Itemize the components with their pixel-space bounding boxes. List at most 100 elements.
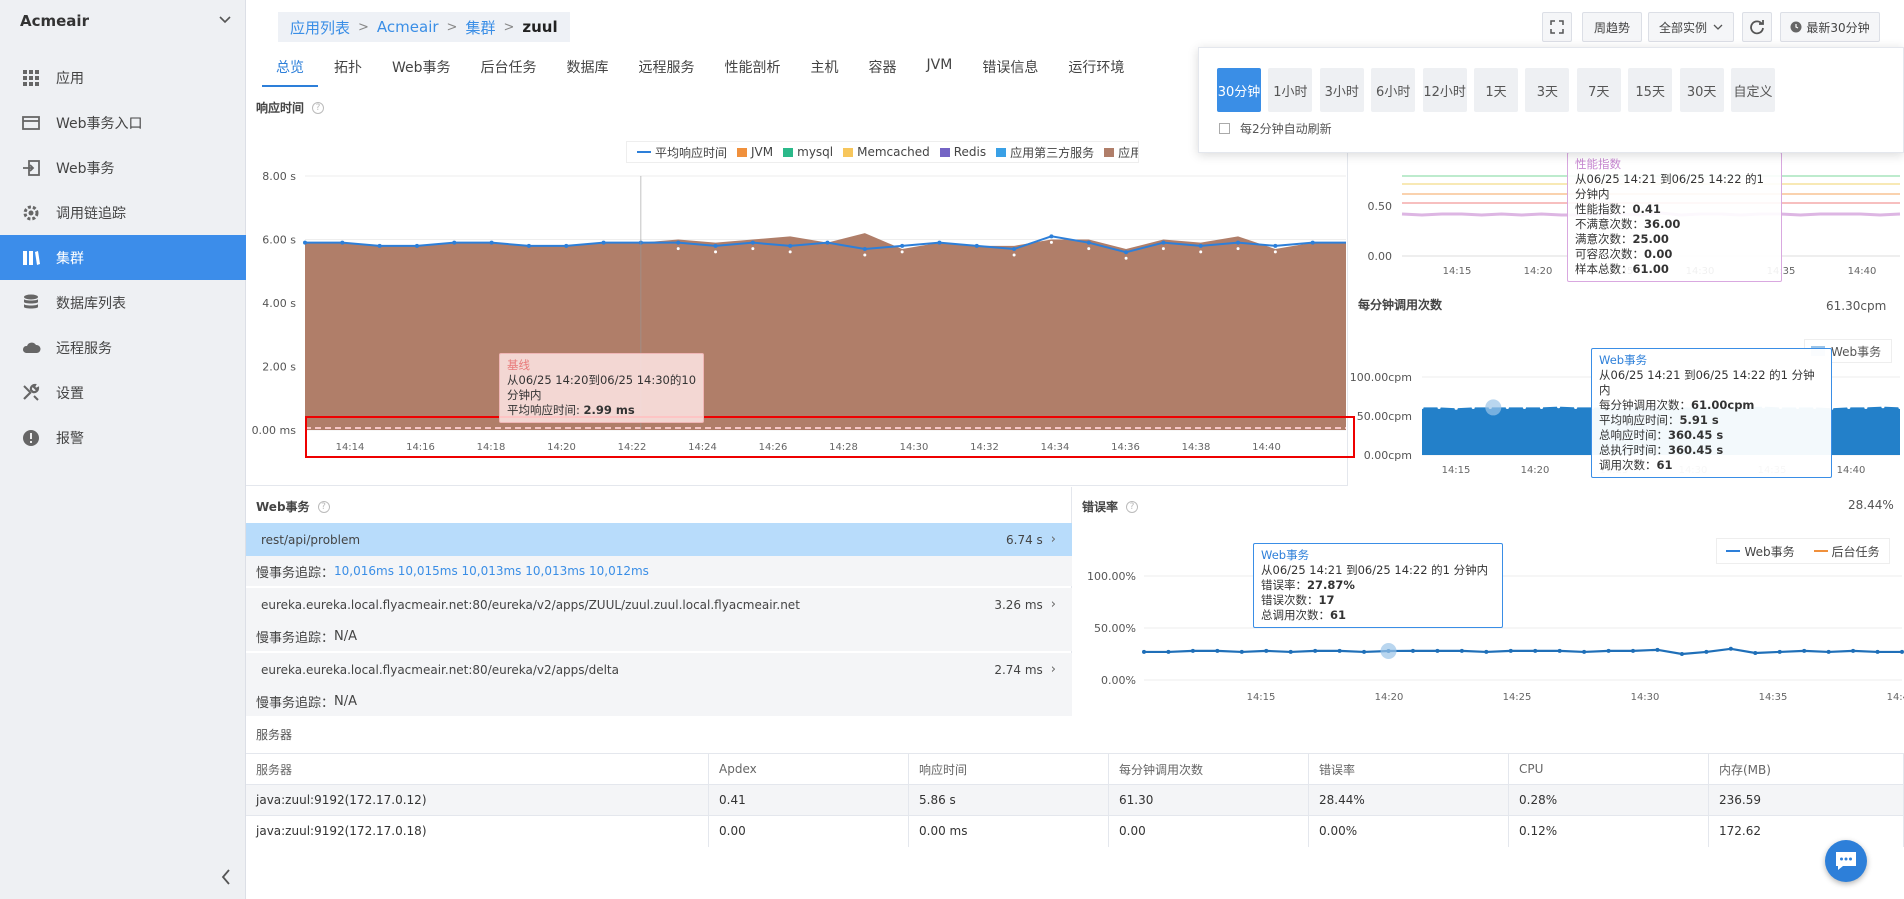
tooltip-value: 25.00 [1632, 232, 1669, 246]
sidebar-item-3[interactable]: 调用链追踪 [0, 190, 246, 235]
column-header: 响应时间 [909, 753, 1109, 785]
legend-label: Memcached [857, 145, 930, 159]
breadcrumb-app-list[interactable]: 应用列表 [290, 17, 350, 38]
table-cell: 0.00% [1309, 815, 1509, 847]
avg-response-point [862, 247, 867, 252]
chat-button[interactable] [1825, 840, 1867, 882]
web-tx-row[interactable]: rest/api/problem 6.74 s › [246, 523, 1072, 556]
auto-refresh-checkbox[interactable] [1219, 123, 1230, 134]
tooltip-value: 61 [1330, 608, 1347, 622]
tab-1[interactable]: 拓扑 [334, 53, 362, 87]
time-range-option[interactable]: 15天 [1628, 68, 1673, 112]
sidebar-item-0[interactable]: 应用 [0, 55, 246, 100]
server-row[interactable]: java:zuul:9192(172.17.0.18) 0.00 0.00 ms 0.… [246, 815, 1904, 847]
help-icon[interactable]: ? [317, 500, 330, 513]
avg-response-point [303, 240, 307, 245]
fullscreen-icon [1550, 20, 1564, 34]
x-tick-label: 14:40 [1848, 266, 1877, 277]
help-icon[interactable]: ? [312, 101, 325, 114]
web-tx-row[interactable]: eureka.eureka.local.flyacmeair.net:80/eu… [246, 588, 1072, 621]
legend-item[interactable]: Web事务 [1726, 543, 1795, 560]
error-point [1435, 648, 1440, 653]
app-code-point [1123, 255, 1129, 261]
y-tick-label: 100.00cpm [1350, 371, 1412, 384]
app-name[interactable]: Acmeair [20, 12, 89, 30]
error-tooltip: Web事务 从06/25 14:21 到06/25 14:22 的1 分钟内 错… [1253, 543, 1503, 628]
tab-11[interactable]: 运行环境 [1068, 53, 1124, 87]
chevron-down-icon [1713, 24, 1723, 30]
legend-item[interactable]: 应用第三方服务 [996, 144, 1094, 161]
tab-9[interactable]: JVM [927, 53, 953, 87]
tab-8[interactable]: 容器 [869, 53, 897, 87]
cpm-title: 每分钟调用次数 [1358, 298, 1443, 312]
refresh-icon [1750, 20, 1764, 35]
time-range-option[interactable]: 3天 [1525, 68, 1570, 112]
legend-item[interactable]: 应用代码耗时 [1104, 144, 1138, 161]
table-cell: 0.00 [1109, 815, 1309, 847]
legend-label: Redis [953, 145, 987, 159]
breadcrumb-app[interactable]: Acmeair [377, 18, 439, 36]
sidebar-item-5[interactable]: 数据库列表 [0, 280, 246, 325]
fullscreen-button[interactable] [1542, 12, 1572, 42]
breadcrumb-separator-icon: > [446, 19, 458, 35]
time-range-option[interactable]: 7天 [1576, 68, 1621, 112]
sidebar-item-6[interactable]: 远程服务 [0, 325, 246, 370]
time-range-option[interactable]: 自定义 [1731, 68, 1775, 112]
legend-item[interactable]: 平均响应时间 [637, 144, 727, 161]
refresh-button[interactable] [1742, 12, 1772, 42]
avg-response-point [1124, 250, 1129, 255]
server-row[interactable]: java:zuul:9192(172.17.0.12) 0.41 5.86 s 61.… [246, 784, 1904, 816]
app-code-area [305, 233, 1346, 430]
time-range-option[interactable]: 6小时 [1371, 68, 1416, 112]
time-range-option[interactable]: 12小时 [1422, 68, 1467, 112]
help-icon[interactable]: ? [1126, 500, 1139, 513]
x-tick-label: 14:20 [1524, 266, 1553, 277]
time-range-option[interactable]: 30天 [1679, 68, 1724, 112]
sidebar-item-1[interactable]: Web事务入口 [0, 100, 246, 145]
web-transactions-title: Web事务? [256, 498, 330, 515]
web-tx-row[interactable]: eureka.eureka.local.flyacmeair.net:80/eu… [246, 653, 1072, 686]
time-range-dropdown[interactable]: 最新30分钟 [1780, 12, 1880, 42]
avg-response-point [340, 240, 345, 245]
tab-6[interactable]: 性能剖析 [725, 53, 781, 87]
tab-4[interactable]: 数据库 [567, 53, 609, 87]
collapse-chevron-left-icon[interactable] [220, 868, 232, 886]
slow-tx-values[interactable]: 10,016ms 10,015ms 10,013ms 10,013ms 10,0… [334, 564, 649, 578]
sidebar-item-7[interactable]: 设置 [0, 370, 246, 415]
legend-item[interactable]: JVM [737, 145, 773, 159]
avg-response-point [564, 243, 569, 248]
apdex-tooltip-title: 性能指数 [1575, 157, 1621, 171]
error-point [1875, 649, 1880, 654]
legend-item[interactable]: Redis [939, 145, 987, 159]
tab-2[interactable]: Web事务 [392, 53, 451, 87]
avg-response-point [1310, 240, 1315, 245]
tab-7[interactable]: 主机 [811, 53, 839, 87]
tooltip-row: 错误率：27.87% [1261, 578, 1495, 593]
avg-response-point [1273, 243, 1278, 248]
tab-5[interactable]: 远程服务 [639, 53, 695, 87]
sidebar-item-4[interactable]: 集群 [0, 235, 246, 280]
tab-10[interactable]: 错误信息 [982, 53, 1038, 87]
slow-tx-row: 慢事务追踪： N/A [246, 686, 1072, 716]
time-range-option[interactable]: 3小时 [1319, 68, 1364, 112]
sidebar-item-8[interactable]: 报警 [0, 415, 246, 460]
legend-item[interactable]: mysql [783, 145, 833, 159]
response-time-chart[interactable]: 8.00 s6.00 s4.00 s2.00 s0.00 ms14:14 14:1… [246, 160, 1346, 460]
cpm-point [1505, 405, 1509, 410]
instances-dropdown[interactable]: 全部实例 [1648, 12, 1734, 42]
chevron-down-icon[interactable] [219, 13, 231, 25]
auto-refresh-option[interactable]: 每2分钟自动刷新 [1219, 120, 1332, 137]
sidebar-item-2[interactable]: Web事务 [0, 145, 246, 190]
app-code-point [1272, 249, 1278, 255]
breadcrumb-cluster[interactable]: 集群 [465, 17, 495, 38]
time-range-option[interactable]: 1天 [1474, 68, 1518, 112]
tab-3[interactable]: 后台任务 [481, 53, 537, 87]
legend-item[interactable]: Memcached [843, 145, 930, 159]
y-tick-label: 0.50 [1368, 200, 1393, 213]
tab-0[interactable]: 总览 [262, 53, 318, 87]
time-range-option[interactable]: 1小时 [1268, 68, 1313, 112]
time-range-option[interactable]: 30分钟 [1217, 68, 1261, 112]
legend-item[interactable]: 后台任务 [1813, 543, 1880, 560]
cpm-legend-label: Web事务 [1831, 344, 1882, 359]
weekly-trend-button[interactable]: 周趋势 [1582, 12, 1642, 42]
